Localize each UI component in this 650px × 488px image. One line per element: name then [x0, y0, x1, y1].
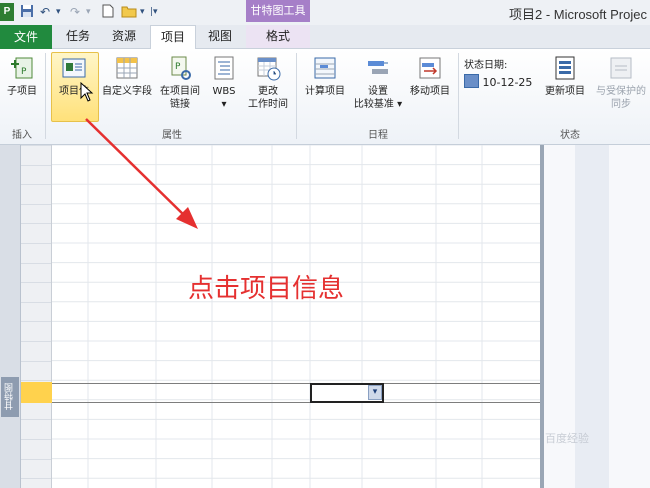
dropdown-arrow-icon[interactable]: ▾	[368, 385, 382, 400]
row-header-column	[21, 145, 52, 488]
sync-protected-label-1: 与受保护的	[596, 86, 646, 97]
save-icon[interactable]	[20, 4, 34, 20]
customize-qat-icon[interactable]: |▾	[150, 4, 158, 20]
row-header-line	[21, 321, 51, 323]
custom-fields-button[interactable]: 自定义字段	[98, 52, 156, 98]
set-baseline-label-1: 设置	[368, 86, 388, 97]
status-date-label: 状态日期:	[464, 60, 508, 71]
chevron-down-icon[interactable]: ▾	[86, 4, 91, 20]
calendar-clock-icon	[254, 54, 282, 82]
group-divider	[296, 53, 297, 139]
tab-file[interactable]: 文件	[0, 25, 52, 49]
status-date-value: 10-12-25	[482, 76, 533, 89]
row-header-line	[21, 184, 51, 186]
subproject-icon: P	[8, 54, 36, 82]
links-between-projects-icon: P	[166, 54, 194, 82]
annotation-text: 点击项目信息	[188, 274, 345, 304]
chevron-down-icon[interactable]: ▾	[140, 4, 145, 20]
tab-project[interactable]: 项目	[150, 25, 196, 50]
set-baseline-label-text: 比较基准	[353, 99, 394, 110]
group-divider	[458, 53, 459, 139]
custom-fields-label: 自定义字段	[102, 86, 152, 97]
move-project-button[interactable]: 移动项目	[406, 52, 454, 98]
redo-icon[interactable]: ↷	[70, 4, 80, 20]
links-between-projects-label-2: 链接	[170, 99, 190, 110]
annotation-arrow	[85, 118, 198, 229]
selected-row-header[interactable]	[21, 382, 52, 403]
update-project-icon	[551, 54, 579, 82]
update-project-button[interactable]: 更新项目	[542, 52, 588, 98]
set-baseline-label-2: 比较基准 ▾	[352, 98, 404, 111]
sync-protected-icon	[607, 54, 635, 82]
move-project-label: 移动项目	[410, 86, 450, 97]
row-header-line	[21, 341, 51, 342]
update-project-label: 更新项目	[545, 86, 585, 97]
subproject-label: 子项目	[7, 86, 37, 97]
tab-view[interactable]: 视图	[200, 25, 240, 48]
tab-resource[interactable]: 资源	[104, 25, 144, 48]
calculate-project-label: 计算项目	[305, 86, 345, 97]
calculate-project-button[interactable]: 计算项目	[300, 52, 350, 98]
row-header-line	[21, 360, 51, 362]
wbs-label: WBS	[212, 86, 236, 97]
sync-protected-actuals-button[interactable]: 与受保护的 同步	[590, 52, 650, 111]
open-folder-icon[interactable]	[121, 4, 137, 20]
chevron-down-icon[interactable]: ▾	[56, 4, 61, 20]
row-header-line	[21, 439, 51, 440]
row-header-line	[21, 145, 51, 146]
subproject-button[interactable]: P 子项目	[2, 52, 42, 98]
row-header-line	[21, 478, 51, 480]
mouse-cursor-icon	[80, 81, 94, 105]
status-date-control[interactable]: 10-12-25	[464, 74, 534, 90]
links-between-projects-button[interactable]: P 在项目间 链接	[156, 52, 204, 111]
group-label-schedule: 日程	[368, 130, 388, 141]
calendar-icon	[464, 74, 479, 88]
row-header-line	[21, 419, 51, 421]
wbs-icon	[210, 54, 238, 82]
change-working-time-button[interactable]: 更改 工作时间	[244, 52, 292, 111]
svg-text:P: P	[175, 62, 181, 72]
change-working-time-label-2: 工作时间	[248, 99, 288, 110]
tab-format[interactable]: 格式	[258, 25, 298, 48]
group-divider	[45, 53, 46, 139]
set-baseline-button[interactable]: 设置 比较基准 ▾	[352, 52, 404, 111]
project-app-icon[interactable]: P	[0, 3, 14, 21]
custom-fields-icon	[113, 54, 141, 82]
view-bar	[0, 145, 21, 488]
new-file-icon[interactable]	[102, 4, 114, 20]
window-title: 项目2 - Microsoft Projec	[509, 7, 647, 22]
gantt-chart-tools-label: 甘特图工具	[246, 0, 310, 22]
undo-icon[interactable]: ↶	[40, 4, 50, 20]
row-header-line	[21, 262, 51, 264]
set-baseline-icon	[364, 54, 392, 82]
project-information-icon	[60, 54, 88, 82]
row-header-line	[21, 203, 51, 205]
svg-text:P: P	[21, 67, 27, 77]
change-working-time-label-1: 更改	[258, 86, 278, 97]
row-header-line	[21, 458, 51, 460]
view-name-gantt[interactable]: 甘特图	[1, 377, 19, 417]
row-header-line	[21, 301, 51, 303]
sync-protected-label-2: 同步	[611, 99, 631, 110]
watermark: 百度经验	[545, 432, 589, 445]
links-between-projects-label-1: 在项目间	[160, 86, 200, 97]
row-header-line	[21, 282, 51, 284]
calculate-project-icon	[311, 54, 339, 82]
tab-task[interactable]: 任务	[58, 25, 98, 48]
row-header-line	[21, 243, 51, 244]
group-label-status: 状态	[560, 130, 580, 141]
row-header-line	[21, 223, 51, 225]
chevron-down-icon: ▾	[397, 99, 403, 110]
group-label-insert: 插入	[12, 130, 32, 141]
move-project-icon	[416, 54, 444, 82]
selected-row[interactable]	[52, 383, 540, 403]
wbs-button[interactable]: WBS ▾	[206, 52, 242, 111]
row-header-line	[21, 164, 51, 166]
chevron-down-icon: ▾	[221, 99, 227, 110]
